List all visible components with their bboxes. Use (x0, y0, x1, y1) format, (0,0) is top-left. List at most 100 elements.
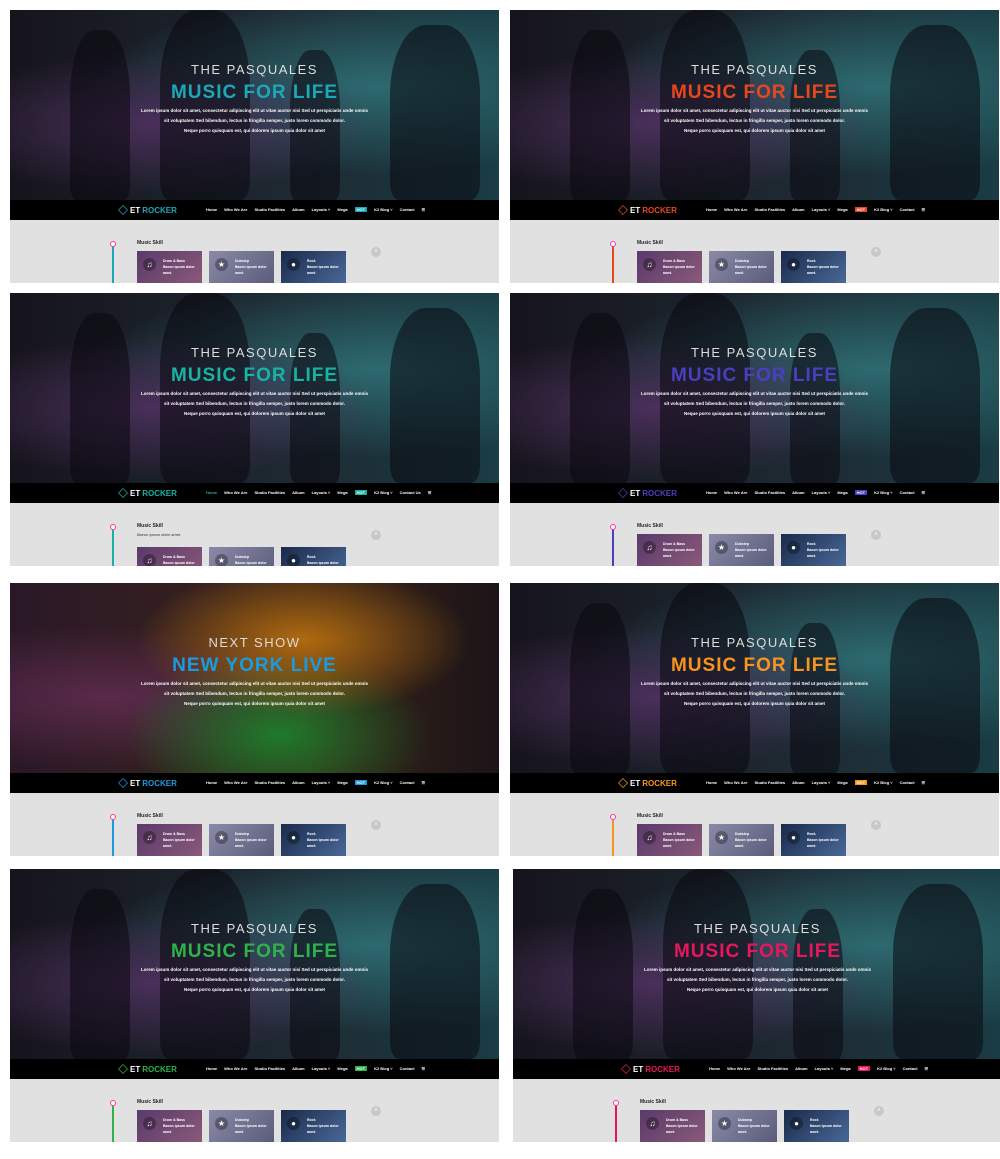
menu-item[interactable]: K2 Blog ˅ (374, 490, 393, 495)
hamburger-menu-icon[interactable]: ☰ (422, 207, 426, 212)
site-logo[interactable]: ET ROCKER (618, 778, 677, 788)
skill-card[interactable]: ★ DubstepBacon ipsum dolor amet. (709, 824, 774, 856)
menu-item[interactable]: Who We Are (224, 780, 247, 785)
menu-item[interactable]: Studio Facilities (254, 207, 285, 212)
menu-item[interactable]: K2 Blog ˅ (374, 207, 393, 212)
menu-item[interactable]: Layouts ˅ (815, 1066, 834, 1071)
menu-item[interactable]: K2 Blog ˅ (374, 780, 393, 785)
skill-card[interactable]: ● RockBacon ipsum dolor amet. (781, 534, 846, 566)
menu-item[interactable]: Contact Us (400, 490, 421, 495)
hamburger-menu-icon[interactable]: ☰ (428, 490, 432, 495)
menu-item[interactable]: Album (792, 490, 804, 495)
skill-card[interactable]: ● RockBacon ipsum dolor amet. (281, 824, 346, 856)
menu-item[interactable]: Home (706, 490, 717, 495)
menu-item[interactable]: Who We Are (724, 207, 747, 212)
skill-card[interactable]: ★ DubstepBacon ipsum dolor amet. (709, 251, 774, 283)
menu-item[interactable]: Home (709, 1066, 720, 1071)
menu-item[interactable]: Home (206, 780, 217, 785)
skill-card[interactable]: ● RockBacon ipsum dolor amet. (281, 1110, 346, 1142)
menu-item[interactable]: Layouts ˅ (312, 490, 331, 495)
menu-item[interactable]: Contact (903, 1066, 918, 1071)
site-logo[interactable]: ET ROCKER (618, 488, 677, 498)
menu-item[interactable]: Mega (337, 1066, 347, 1071)
scroll-to-top-button[interactable]: ˄ (871, 820, 881, 830)
hamburger-menu-icon[interactable]: ☰ (922, 780, 926, 785)
menu-item[interactable]: Contact (400, 780, 415, 785)
hamburger-menu-icon[interactable]: ☰ (922, 207, 926, 212)
menu-item[interactable]: Contact (400, 207, 415, 212)
menu-item[interactable]: Home (706, 780, 717, 785)
menu-item[interactable]: Who We Are (224, 490, 247, 495)
menu-item[interactable]: Contact (900, 780, 915, 785)
site-logo[interactable]: ET ROCKER (618, 205, 677, 215)
menu-item[interactable]: Studio Facilities (754, 780, 785, 785)
skill-card[interactable]: ♫ Drum & BassBacon ipsum dolor amet. (137, 1110, 202, 1142)
menu-item[interactable]: Album (792, 207, 804, 212)
menu-item[interactable]: Studio Facilities (754, 490, 785, 495)
menu-item[interactable]: Who We Are (727, 1066, 750, 1071)
scroll-to-top-button[interactable]: ˄ (371, 247, 381, 257)
menu-item[interactable]: Mega (837, 490, 847, 495)
menu-item[interactable]: Home (206, 207, 217, 212)
menu-item[interactable]: K2 Blog ˅ (877, 1066, 896, 1071)
menu-item[interactable]: K2 Blog ˅ (374, 1066, 393, 1071)
skill-card[interactable]: ★ DubstepBacon ipsum dolor amet. (209, 1110, 274, 1142)
menu-item[interactable]: Album (292, 490, 304, 495)
skill-card[interactable]: ● RockBacon ipsum dolor amet. (281, 251, 346, 283)
scroll-to-top-button[interactable]: ˄ (371, 530, 381, 540)
scroll-to-top-button[interactable]: ˄ (871, 247, 881, 257)
menu-item[interactable]: Who We Are (724, 780, 747, 785)
menu-item[interactable]: Layouts ˅ (312, 207, 331, 212)
hamburger-menu-icon[interactable]: ☰ (922, 490, 926, 495)
menu-item[interactable]: Layouts ˅ (812, 780, 831, 785)
skill-card[interactable]: ★ DubstepBacon ipsum dolor amet. (209, 547, 274, 566)
skill-card[interactable]: ★ DubstepBacon ipsum dolor amet. (709, 534, 774, 566)
skill-card[interactable]: ♫ Drum & BassBacon ipsum dolor amet. (637, 824, 702, 856)
menu-item[interactable]: Layouts ˅ (812, 490, 831, 495)
skill-card[interactable]: ♫ Drum & BassBacon ipsum dolor amet. (637, 251, 702, 283)
menu-item[interactable]: Layouts ˅ (812, 207, 831, 212)
menu-item[interactable]: Album (795, 1066, 807, 1071)
scroll-to-top-button[interactable]: ˄ (871, 530, 881, 540)
menu-item[interactable]: Studio Facilities (254, 490, 285, 495)
hamburger-menu-icon[interactable]: ☰ (422, 780, 426, 785)
menu-item[interactable]: Mega (837, 780, 847, 785)
site-logo[interactable]: ET ROCKER (118, 205, 177, 215)
menu-item[interactable]: Who We Are (224, 207, 247, 212)
skill-card[interactable]: ♫ Drum & BassBacon ipsum dolor amet. (640, 1110, 705, 1142)
scroll-to-top-button[interactable]: ˄ (874, 1106, 884, 1116)
menu-item[interactable]: Mega (337, 490, 347, 495)
site-logo[interactable]: ET ROCKER (118, 1064, 177, 1074)
skill-card[interactable]: ● RockBacon ipsum dolor amet. (784, 1110, 849, 1142)
menu-item[interactable]: Mega (837, 207, 847, 212)
menu-item[interactable]: Contact (400, 1066, 415, 1071)
menu-item[interactable]: Studio Facilities (254, 780, 285, 785)
skill-card[interactable]: ♫ Drum & BassBacon ipsum dolor amet. (637, 534, 702, 566)
menu-item[interactable]: Studio Facilities (757, 1066, 788, 1071)
menu-item[interactable]: Mega (337, 207, 347, 212)
menu-item[interactable]: Mega (840, 1066, 850, 1071)
menu-item[interactable]: Contact (900, 490, 915, 495)
menu-item[interactable]: Studio Facilities (754, 207, 785, 212)
skill-card[interactable]: ★ DubstepBacon ipsum dolor amet. (712, 1110, 777, 1142)
skill-card[interactable]: ★ DubstepBacon ipsum dolor amet. (209, 251, 274, 283)
menu-item[interactable]: Album (292, 780, 304, 785)
scroll-to-top-button[interactable]: ˄ (371, 1106, 381, 1116)
hamburger-menu-icon[interactable]: ☰ (925, 1066, 929, 1071)
menu-item[interactable]: Mega (337, 780, 347, 785)
menu-item[interactable]: K2 Blog ˅ (874, 490, 893, 495)
hamburger-menu-icon[interactable]: ☰ (422, 1066, 426, 1071)
skill-card[interactable]: ● RockBacon ipsum dolor amet. (781, 251, 846, 283)
skill-card[interactable]: ♫ Drum & BassBacon ipsum dolor amet. (137, 251, 202, 283)
menu-item[interactable]: Album (792, 780, 804, 785)
skill-card[interactable]: ● RockBacon ipsum dolor amet. (281, 547, 346, 566)
skill-card[interactable]: ★ DubstepBacon ipsum dolor amet. (209, 824, 274, 856)
menu-item[interactable]: Layouts ˅ (312, 780, 331, 785)
menu-item[interactable]: Album (292, 207, 304, 212)
menu-item[interactable]: Studio Facilities (254, 1066, 285, 1071)
menu-item[interactable]: Home (206, 490, 217, 495)
menu-item[interactable]: Album (292, 1066, 304, 1071)
site-logo[interactable]: ET ROCKER (621, 1064, 680, 1074)
skill-card[interactable]: ♫ Drum & BassBacon ipsum dolor amet. (137, 547, 202, 566)
scroll-to-top-button[interactable]: ˄ (371, 820, 381, 830)
